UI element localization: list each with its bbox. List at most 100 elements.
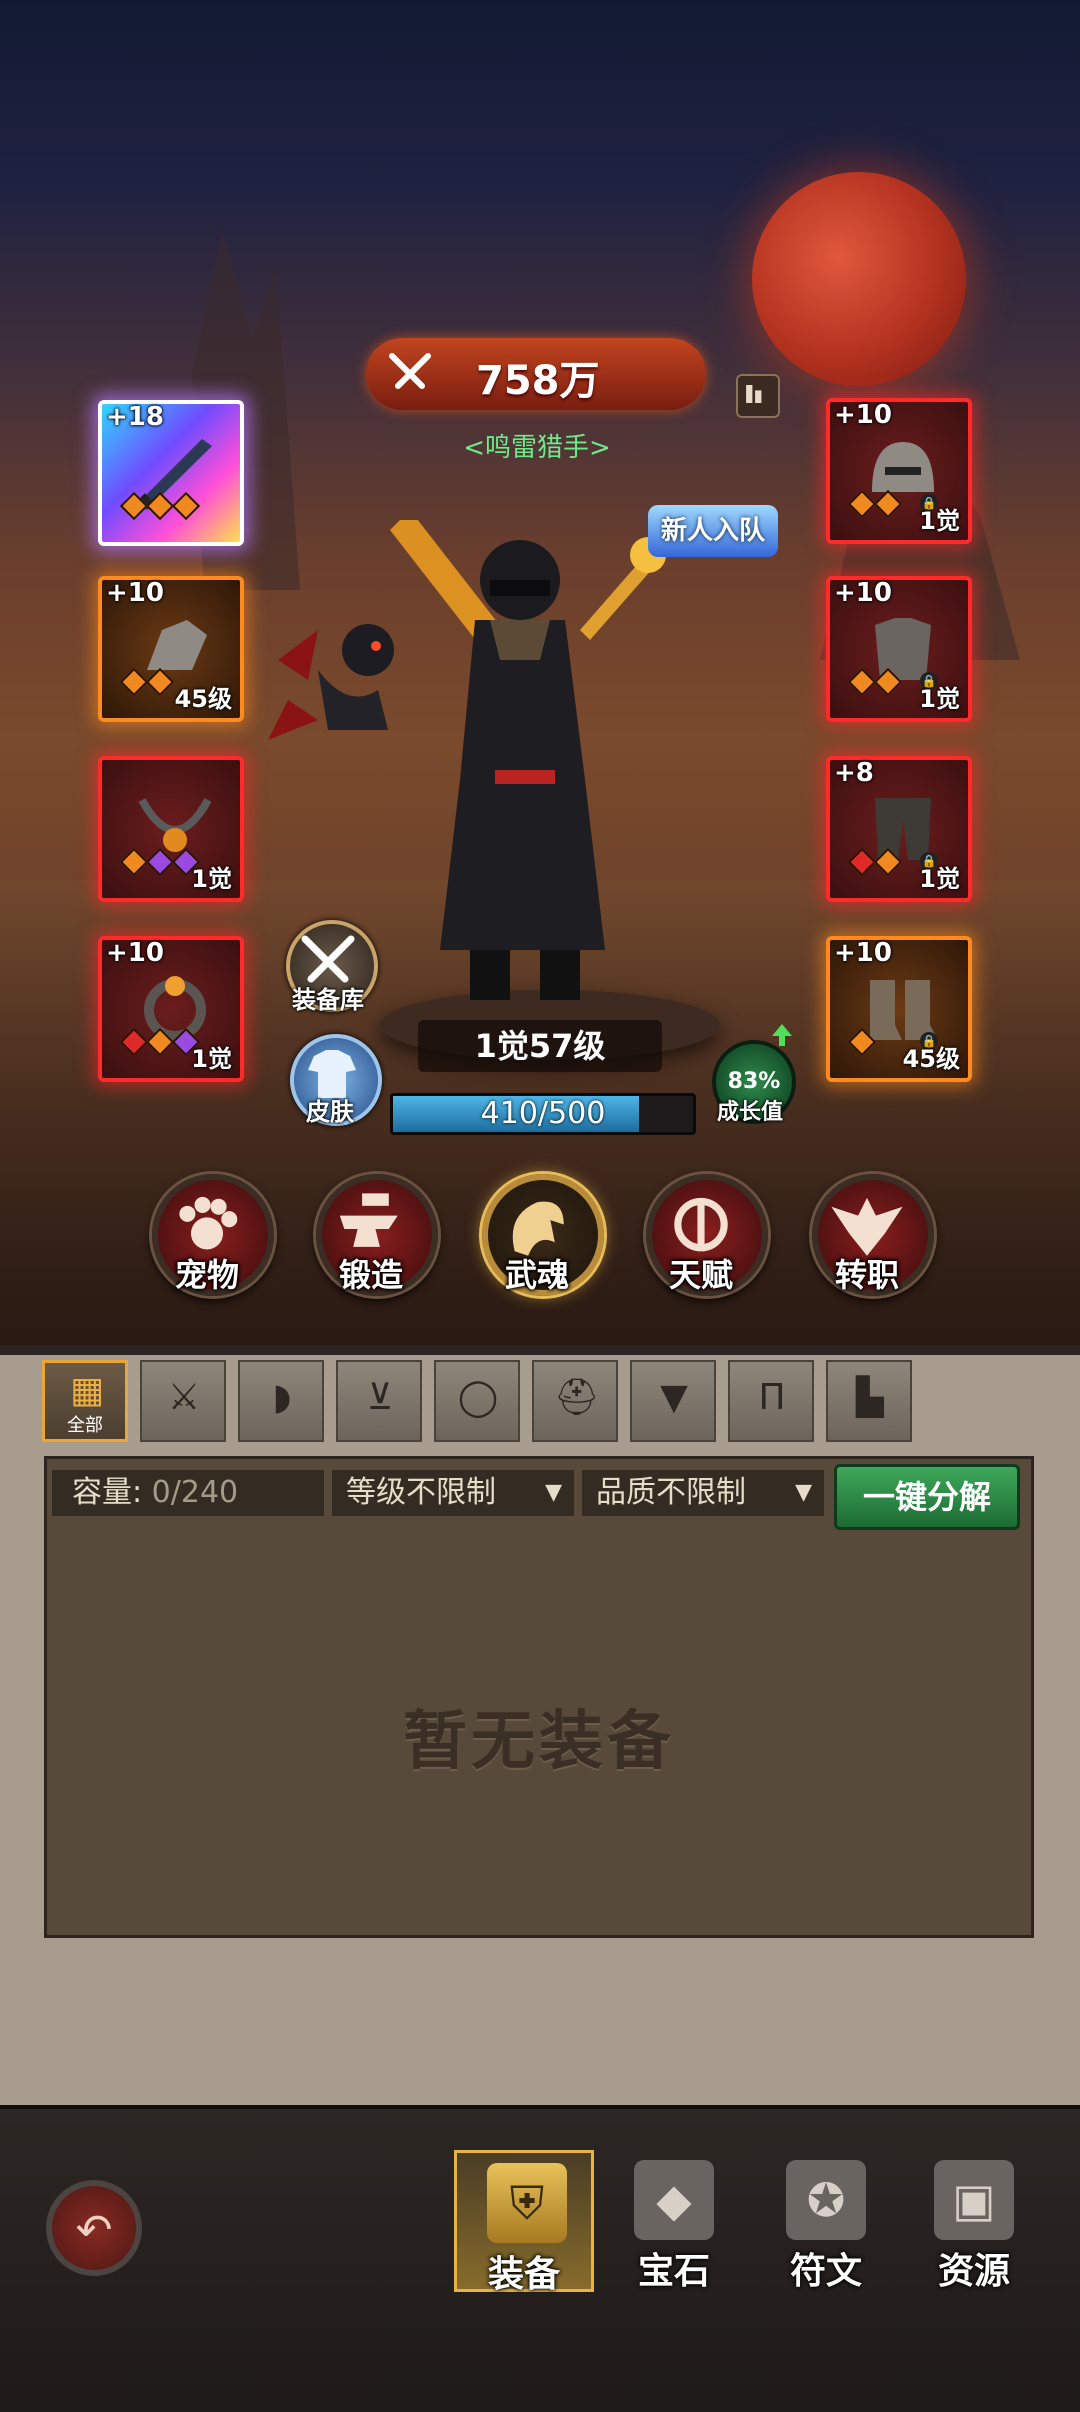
experience-bar: 410/500	[390, 1093, 696, 1135]
gem-sockets	[119, 667, 175, 697]
gem-sockets	[119, 491, 201, 521]
ranking-button[interactable]	[736, 374, 780, 418]
equipment-type-tabs: ▦ 全部 ⚔ ◗ ⊻ ◯ ⛑ ▼ Π ▙	[42, 1360, 912, 1446]
armor-nav-icon: ⛨	[487, 2163, 567, 2243]
equipment-warehouse-label: 装备库	[292, 986, 364, 1014]
nav-runes-label: 符文	[789, 2251, 862, 2292]
tab-armor[interactable]: ▼	[630, 1360, 716, 1442]
tab-all-label: 全部	[67, 1415, 103, 1436]
new-member-badge[interactable]: 新人入队	[648, 505, 778, 557]
equip-slot-armor[interactable]: +10 🔒 1觉	[826, 576, 972, 722]
class-change-label: 转职	[834, 1256, 899, 1294]
armor-icon: ▼	[660, 1377, 688, 1418]
equip-slot-helmet[interactable]: +10 🔒 1觉	[826, 398, 972, 544]
enhance-level: +8	[834, 758, 874, 788]
blood-moon	[752, 172, 966, 386]
gem-nav-icon: ◆	[634, 2160, 714, 2240]
nav-gems-label: 宝石	[637, 2251, 710, 2292]
enhance-level: +10	[834, 938, 892, 968]
hero-title: <鸣雷猎手>	[463, 433, 611, 463]
hero-scene: 758万 <鸣雷猎手> 新人入队 +18 +10 45级 1觉 +10 1觉 +…	[0, 0, 1080, 1345]
tab-ring[interactable]: ◯	[434, 1360, 520, 1442]
hero-character[interactable]	[380, 520, 670, 1020]
back-button[interactable]: ↶	[46, 2180, 142, 2276]
nav-equipment-label: 装备	[487, 2254, 560, 2295]
gem-sockets	[847, 489, 903, 519]
necklace-icon: ⊻	[366, 1377, 394, 1418]
growth-label: 成长值	[716, 1100, 783, 1125]
gem-sockets	[847, 1027, 877, 1057]
dragon-pet[interactable]	[258, 600, 418, 750]
chest-nav-icon: ▣	[934, 2160, 1014, 2240]
experience-text: 410/500	[480, 1096, 606, 1131]
nav-equipment[interactable]: ⛨ 装备	[454, 2150, 594, 2295]
level-filter-dropdown[interactable]: 等级不限制 ▼	[332, 1470, 574, 1516]
equip-slot-weapon[interactable]: +18	[98, 400, 244, 546]
item-level: 45级	[902, 1045, 960, 1073]
forge-label: 锻造	[338, 1256, 403, 1294]
helmet-icon: ⛑	[554, 1377, 600, 1418]
boots-icon: ▙	[856, 1377, 884, 1418]
growth-percent: 83%	[727, 1069, 781, 1094]
tab-pants[interactable]: Π	[728, 1360, 814, 1442]
item-level: 1觉	[191, 865, 232, 893]
pants-icon: Π	[758, 1377, 786, 1418]
gem-sockets	[119, 1027, 201, 1057]
nav-resources[interactable]: ▣ 资源	[904, 2150, 1044, 2292]
enhance-level: +10	[834, 400, 892, 430]
sword-icon: ⚔	[167, 1377, 201, 1418]
tab-weapon[interactable]: ⚔	[140, 1360, 226, 1442]
item-level: 1觉	[919, 865, 960, 893]
quality-filter-dropdown[interactable]: 品质不限制 ▼	[582, 1470, 824, 1516]
enhance-level: +10	[106, 578, 164, 608]
enhance-level: +10	[834, 578, 892, 608]
equip-slot-pants[interactable]: +8 🔒 1觉	[826, 756, 972, 902]
arrow-up-icon	[772, 1024, 792, 1046]
ranking-icon	[746, 385, 762, 403]
tab-necklace[interactable]: ⊻	[336, 1360, 422, 1442]
tab-helmet[interactable]: ⛑	[532, 1360, 618, 1442]
decompose-all-button[interactable]: 一键分解	[834, 1464, 1020, 1530]
combat-power-banner: 758万	[366, 338, 706, 410]
tab-shoulder[interactable]: ◗	[238, 1360, 324, 1442]
empty-inventory-text: 暂无装备	[403, 1705, 675, 1779]
equip-slot-necklace[interactable]: 1觉	[98, 756, 244, 902]
enhance-level: +10	[106, 938, 164, 968]
pet-label: 宠物	[174, 1256, 239, 1294]
tab-boots[interactable]: ▙	[826, 1360, 912, 1442]
talent-label: 天赋	[668, 1256, 733, 1294]
skin-label: 皮肤	[306, 1098, 354, 1126]
ring-icon: ◯	[457, 1377, 499, 1418]
shoulder-icon: ◗	[272, 1377, 292, 1418]
nav-resources-label: 资源	[937, 2251, 1010, 2292]
item-level: 1觉	[191, 1045, 232, 1073]
item-level: 45级	[174, 685, 232, 713]
combat-power-value: 758万	[476, 358, 600, 404]
tab-all[interactable]: ▦ 全部	[42, 1360, 128, 1442]
equip-slot-boots[interactable]: +10 🔒 45级	[826, 936, 972, 1082]
enhance-level: +18	[106, 402, 164, 432]
grid-icon: ▦	[69, 1370, 104, 1411]
gem-sockets	[119, 847, 201, 877]
gem-sockets	[847, 847, 903, 877]
nav-gems[interactable]: ◆ 宝石	[604, 2150, 744, 2292]
equip-slot-ring[interactable]: +10 1觉	[98, 936, 244, 1082]
quality-filter-value: 品质不限制	[596, 1475, 746, 1510]
equip-slot-gloves[interactable]: +10 45级	[98, 576, 244, 722]
level-filter-value: 等级不限制	[346, 1475, 496, 1510]
gem-sockets	[847, 667, 903, 697]
item-level: 1觉	[919, 507, 960, 535]
awakening-level: 1觉57级	[418, 1020, 662, 1072]
weapon-soul-label: 武魂	[504, 1256, 569, 1294]
dropdown-arrow-icon: ▼	[545, 1480, 562, 1505]
panel-divider	[0, 1345, 1080, 1355]
item-level: 1觉	[919, 685, 960, 713]
capacity-label: 容量:	[72, 1475, 143, 1510]
back-arrow-icon: ↶	[75, 2205, 113, 2256]
capacity-value: 0/240	[151, 1475, 239, 1510]
crossed-swords-icon	[389, 353, 431, 389]
rune-nav-icon: ✪	[786, 2160, 866, 2240]
dropdown-arrow-icon: ▼	[795, 1480, 812, 1505]
capacity-display: 容量: 0/240	[52, 1470, 324, 1516]
nav-runes[interactable]: ✪ 符文	[756, 2150, 896, 2292]
